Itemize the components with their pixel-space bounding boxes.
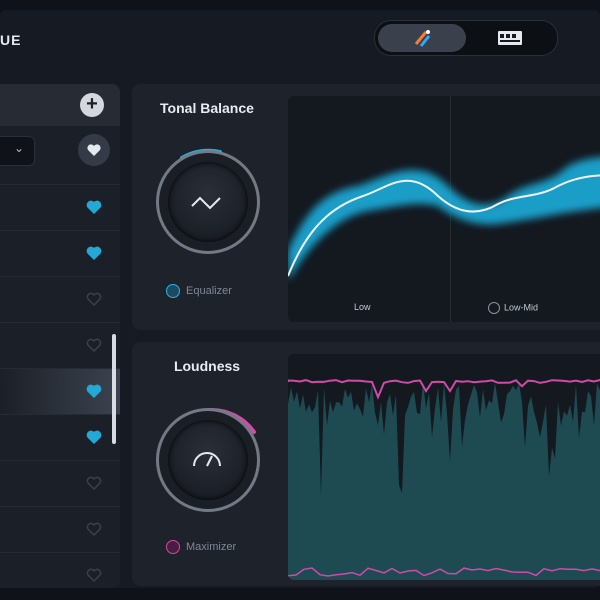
equalizer-indicator-icon [166, 284, 180, 298]
tonal-balance-graph: Low Low-Mid [288, 96, 600, 322]
meters-view-icon [498, 31, 522, 45]
tonal-balance-knob[interactable] [156, 148, 260, 254]
list-scrollbar[interactable] [112, 334, 116, 444]
maximizer-module-label[interactable]: Maximizer [166, 540, 236, 554]
top-bar: UE [0, 10, 600, 70]
loudness-panel: Loudness Maximizer [132, 342, 600, 586]
reference-list-item[interactable] [0, 460, 120, 506]
maximizer-indicator-icon [166, 540, 180, 554]
heart-outline-icon[interactable] [86, 337, 102, 353]
reference-list [0, 184, 120, 588]
band-label-low-mid-text: Low-Mid [504, 302, 539, 313]
favorites-filter-button[interactable] [78, 134, 110, 166]
reference-list-item[interactable] [0, 414, 120, 460]
category-dropdown[interactable]: ⌄ [0, 136, 35, 166]
detail-view-button[interactable] [466, 24, 554, 52]
reference-sidebar: + ⌄ [0, 84, 120, 588]
heart-outline-icon[interactable] [86, 475, 102, 491]
loudness-waveform [288, 378, 600, 580]
band-label-low: Low [354, 302, 371, 312]
app-logo-text: UE [0, 32, 22, 48]
heart-filled-icon[interactable] [86, 199, 102, 215]
loudness-graph [288, 354, 600, 580]
reference-list-item[interactable] [0, 184, 120, 230]
heart-outline-icon[interactable] [86, 291, 102, 307]
heart-filled-icon[interactable] [86, 245, 102, 261]
add-reference-button[interactable]: + [80, 93, 104, 117]
maximizer-label-text: Maximizer [186, 540, 237, 553]
heart-outline-icon[interactable] [86, 521, 102, 537]
heart-filled-icon[interactable] [86, 383, 102, 399]
app-window: UE + ⌄ Tonal Balance Equalizer Low Low-M… [0, 10, 600, 588]
heart-filled-icon[interactable] [86, 429, 102, 445]
equalizer-label-text: Equalizer [186, 284, 232, 297]
reference-list-item[interactable] [0, 322, 120, 368]
sidebar-header: + [0, 84, 120, 126]
gauge-icon [193, 452, 221, 467]
reference-list-item[interactable] [0, 230, 120, 276]
tonal-curve [288, 157, 600, 281]
reference-list-item[interactable] [0, 368, 120, 414]
assistant-view-button[interactable] [378, 24, 466, 52]
reference-list-item[interactable] [0, 276, 120, 322]
band-toggle-icon [488, 302, 500, 314]
chevron-down-icon: ⌄ [14, 141, 25, 155]
heart-filter-icon [87, 144, 101, 156]
view-toggle[interactable] [374, 20, 558, 56]
tonal-balance-panel: Tonal Balance Equalizer Low Low-Mid [132, 84, 600, 330]
reference-list-item[interactable] [0, 506, 120, 552]
heart-outline-icon[interactable] [86, 567, 102, 583]
eq-curve-icon [191, 196, 221, 210]
loudness-knob[interactable] [156, 407, 260, 512]
tonal-balance-title: Tonal Balance [160, 100, 254, 116]
sidebar-filter-row: ⌄ [0, 134, 120, 174]
loudness-title: Loudness [173, 358, 241, 374]
reference-list-item[interactable] [0, 552, 120, 588]
equalizer-module-label[interactable]: Equalizer [166, 284, 232, 298]
assistant-wand-icon [414, 30, 431, 47]
waveform-area [288, 382, 600, 580]
app-logo: UE [0, 32, 21, 48]
band-label-low-mid[interactable]: Low-Mid [488, 302, 538, 314]
